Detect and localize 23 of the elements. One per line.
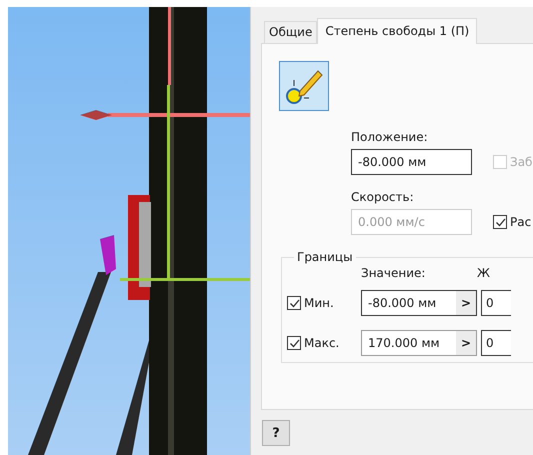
arrow-button[interactable]: >	[456, 291, 476, 315]
field-label: Положение:	[351, 130, 429, 146]
checkbox-label: Макс.	[304, 336, 340, 350]
field-label: Скорость:	[351, 190, 415, 206]
tab[interactable]: Общие	[264, 21, 318, 43]
edit-button[interactable]	[279, 61, 329, 111]
checkbox-label: Заб	[510, 155, 532, 169]
checkbox-label: Мин.	[304, 296, 334, 310]
checkbox[interactable]	[493, 215, 507, 229]
column-header: Значение:	[361, 266, 426, 280]
value-field[interactable]: 0	[481, 330, 511, 356]
help-button[interactable]: ?	[262, 420, 290, 446]
checkbox-label: Рас	[510, 215, 532, 229]
checkbox[interactable]	[287, 336, 301, 350]
arrow-button[interactable]: >	[456, 331, 476, 355]
tab[interactable]: Степень свободы 1 (П)	[317, 18, 478, 44]
value-field[interactable]: 170.000 мм >	[361, 330, 477, 356]
position-field[interactable]: -80.000 мм	[351, 149, 472, 175]
checkbox[interactable]	[287, 296, 301, 310]
value-field[interactable]: -80.000 мм >	[361, 290, 477, 316]
group-title: Границы	[296, 250, 354, 264]
column-header: Ж	[477, 266, 491, 280]
value-field[interactable]: 0	[481, 290, 511, 316]
